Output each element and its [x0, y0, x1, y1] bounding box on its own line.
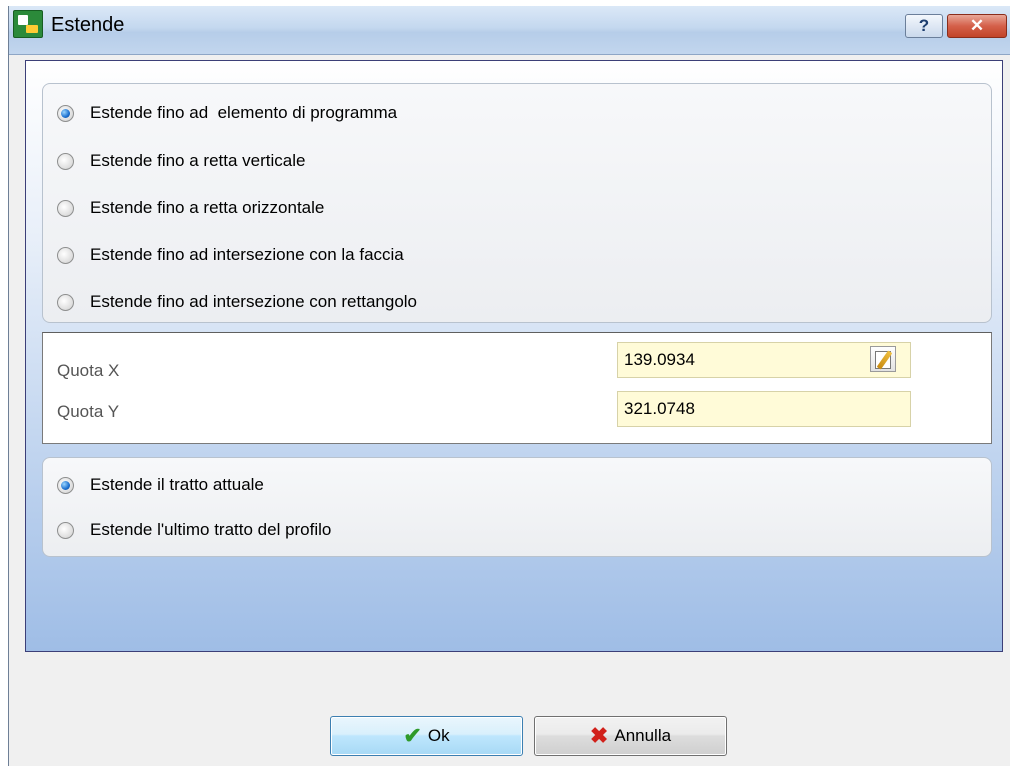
cancel-button[interactable]: ✖ Annulla: [534, 716, 727, 756]
radio-button[interactable]: [57, 521, 74, 539]
radio-label: Estende fino ad elemento di programma: [90, 103, 398, 122]
radio-extend-to-rectangle-intersection[interactable]: Estende fino ad intersezione con rettang…: [57, 289, 417, 315]
radio-extend-to-vertical-line[interactable]: Estende fino a retta verticale: [57, 148, 305, 174]
radio-extend-to-program-element[interactable]: Estende fino ad elemento di programma: [57, 100, 397, 126]
quota-y-label: Quota Y: [57, 402, 120, 421]
radio-button[interactable]: [57, 293, 74, 311]
radio-label: Estende l'ultimo tratto del profilo: [90, 520, 332, 539]
radio-label: Estende il tratto attuale: [90, 475, 264, 494]
radio-button[interactable]: [57, 152, 74, 170]
radio-extend-to-face-intersection[interactable]: Estende fino ad intersezione con la facc…: [57, 242, 404, 268]
extend-mode-group: Estende fino ad elemento di programma Es…: [42, 83, 992, 323]
app-icon: [13, 10, 43, 38]
ok-button-label: Ok: [427, 726, 450, 745]
title-bar[interactable]: Estende ? ✕: [9, 6, 1010, 55]
quote-panel: Quota X Quota Y: [42, 332, 992, 444]
window-title: Estende: [51, 14, 125, 36]
radio-extend-last-segment[interactable]: Estende l'ultimo tratto del profilo: [57, 517, 331, 543]
radio-button[interactable]: [57, 199, 74, 217]
radio-label: Estende fino a retta verticale: [90, 151, 306, 170]
segment-group: Estende il tratto attuale Estende l'ulti…: [42, 457, 992, 557]
radio-button-checked[interactable]: [57, 104, 74, 122]
radio-button[interactable]: [57, 246, 74, 264]
radio-button-checked[interactable]: [57, 476, 74, 494]
quota-y-input[interactable]: [617, 391, 911, 427]
help-button[interactable]: ?: [905, 14, 943, 38]
radio-label: Estende fino a retta orizzontale: [90, 198, 325, 217]
dialog-client-area: Estende fino ad elemento di programma Es…: [25, 60, 1003, 652]
close-button[interactable]: ✕: [947, 14, 1007, 38]
radio-extend-current-segment[interactable]: Estende il tratto attuale: [57, 472, 264, 498]
radio-label: Estende fino ad intersezione con rettang…: [90, 292, 418, 311]
dialog-window: Estende ? ✕ Estende fino ad elemento di …: [8, 6, 1010, 766]
quota-x-row: [43, 342, 991, 378]
radio-extend-to-horizontal-line[interactable]: Estende fino a retta orizzontale: [57, 195, 324, 221]
edit-icon[interactable]: [870, 346, 896, 372]
ok-button[interactable]: ✔ Ok: [330, 716, 523, 756]
check-icon: ✔: [403, 723, 422, 748]
radio-label: Estende fino ad intersezione con la facc…: [90, 245, 404, 264]
x-icon: ✖: [589, 723, 609, 748]
quota-x-input[interactable]: [617, 342, 911, 378]
cancel-button-label: Annulla: [614, 726, 672, 745]
